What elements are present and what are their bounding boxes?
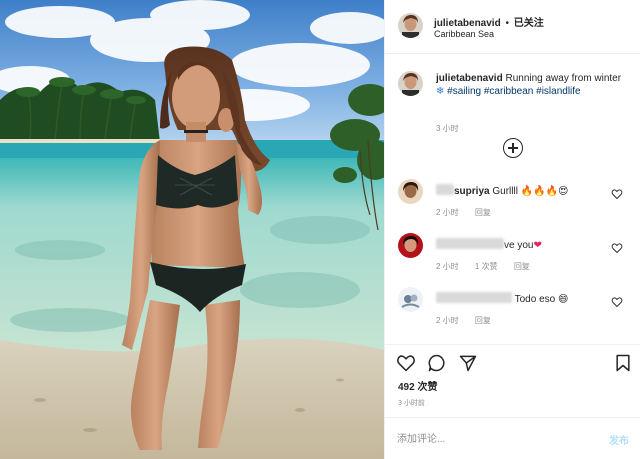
action-bar [385,344,640,374]
comment-text: ve you❤ [436,238,542,251]
author-username-link[interactable]: julietabenavid [434,18,501,29]
location-link[interactable]: Caribbean Sea [434,29,494,39]
comment-username[interactable]: supriya [454,186,490,197]
reply-button[interactable]: 回复 [475,316,491,325]
post-photo[interactable] [0,0,384,459]
commenter-avatar[interactable] [398,179,423,204]
separator-dot: • [505,18,509,29]
heart-icon[interactable] [611,296,623,308]
reply-button[interactable]: 回复 [475,208,491,217]
comment-body: Gurllll [492,186,518,197]
blurred-username [436,184,454,195]
comment-item: Todo eso 😄 2 小时 回复 [385,287,640,337]
comment-body: ve you [504,240,534,251]
hashtag-caribbean[interactable]: #caribbean [484,86,533,97]
author-avatar[interactable] [398,13,423,38]
caption-username[interactable]: julietabenavid [436,73,503,84]
add-comment-bar: 发布 [385,417,640,459]
comment-input[interactable] [397,430,587,448]
comment-time: 2 小时 [436,208,459,217]
comment-text: supriya Gurllll 🔥🔥🔥😍 [436,184,568,197]
publish-button[interactable]: 发布 [609,432,629,447]
following-button[interactable]: 已关注 [514,18,544,29]
hashtag-islandlife[interactable]: #islandlife [536,86,580,97]
comment-meta: 2 小时 回复 [436,207,505,218]
comment-bubble-icon[interactable] [427,353,447,373]
snowflake-emoji: ❄ [436,86,445,97]
blurred-username [436,292,512,303]
blurred-username [436,238,504,249]
comment-like-count[interactable]: 1 次赞 [475,262,498,271]
commenter-avatar[interactable] [398,233,423,258]
hashtag-sailing[interactable]: #sailing [447,86,481,97]
post-side-panel: julietabenavid • 已关注 Caribbean Sea julie… [384,0,640,459]
like-count[interactable]: 492 次赞 [398,378,437,393]
reply-button[interactable]: 回复 [514,262,530,271]
heart-emoji: ❤ [533,240,542,251]
comment-body: Todo eso [514,294,556,305]
heart-icon[interactable] [611,188,623,200]
caption-avatar[interactable] [398,71,423,96]
comment-item: ve you❤ 2 小时 1 次赞 回复 [385,233,640,283]
comments-section: julietabenavid Running away from winter … [385,54,640,344]
comment-item: supriya Gurllll 🔥🔥🔥😍 2 小时 回复 [385,179,640,229]
post-header: julietabenavid • 已关注 Caribbean Sea [385,0,640,54]
plus-circle-icon[interactable] [503,138,523,158]
heart-icon[interactable] [611,242,623,254]
bookmark-icon[interactable] [613,353,633,373]
comment-emojis: 🔥🔥🔥😍 [520,186,569,197]
post-timestamp: 3 小时前 [398,400,425,407]
caption-text: julietabenavid Running away from winter … [436,72,631,98]
caption-body: Running away from winter [505,73,622,84]
commenter-avatar[interactable] [398,287,423,312]
comment-meta: 2 小时 回复 [436,315,505,326]
comment-text: Todo eso 😄 [436,292,568,305]
heart-icon[interactable] [396,353,416,373]
caption-time: 3 小时 [436,124,459,133]
comment-meta: 2 小时 1 次赞 回复 [436,261,544,272]
comment-emojis: 😄 [557,294,569,305]
comment-time: 2 小时 [436,316,459,325]
comment-time: 2 小时 [436,262,459,271]
paper-plane-icon[interactable] [458,353,478,373]
